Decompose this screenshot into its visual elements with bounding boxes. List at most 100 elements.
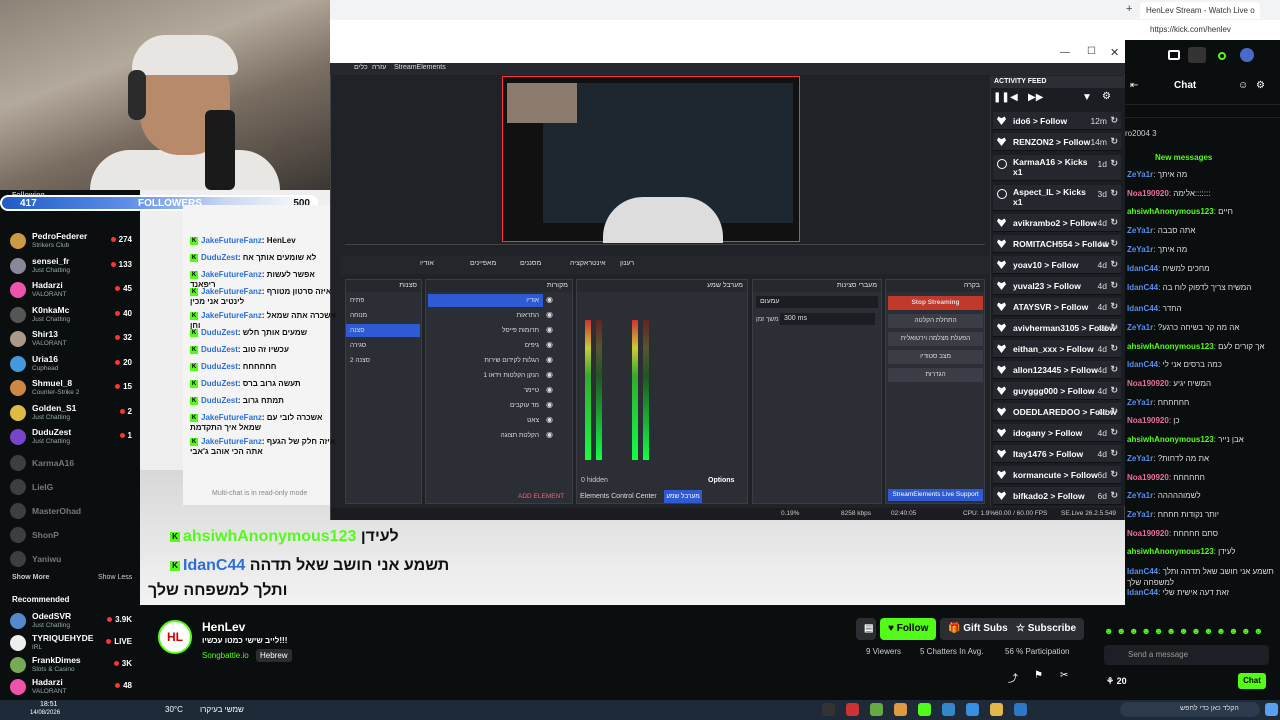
feed-item[interactable]: yuval23 > Follow 4d ↻ — [993, 277, 1121, 295]
share-icon[interactable]: ⤴ — [1008, 670, 1018, 685]
filter-icon[interactable]: ▼ — [1082, 92, 1092, 103]
menu-help[interactable]: עזרה — [372, 64, 386, 71]
feed-item[interactable]: Aspect_IL > Kicks x1 3d ↻ — [993, 185, 1121, 211]
replay-icon[interactable]: ↻ — [1110, 406, 1118, 417]
visibility-icon[interactable]: ◉ — [546, 355, 553, 364]
maximize-icon[interactable]: ☐ — [1087, 46, 1096, 57]
chat-username[interactable]: Noa190920 — [1127, 379, 1169, 388]
replay-icon[interactable]: ↻ — [1110, 280, 1118, 291]
sidebar-channel[interactable]: Uria16 Cuphead 20 — [6, 353, 136, 377]
source-item[interactable]: צאט — [428, 414, 543, 427]
follow-button[interactable]: ♥ Follow — [880, 618, 937, 640]
report-icon[interactable]: ⚑ — [1034, 670, 1043, 681]
channel-name[interactable]: HenLev — [202, 620, 245, 634]
replay-icon[interactable]: ↻ — [1110, 343, 1118, 354]
control-button[interactable]: התחלת הקלטה — [888, 314, 983, 328]
chat-username[interactable]: ZeYa1r — [1127, 510, 1153, 519]
replay-icon[interactable]: ↻ — [1110, 322, 1118, 333]
chat-username[interactable]: Noa190920 — [1127, 416, 1169, 425]
feed-item[interactable]: avivherman3105 > Follow 4d ↻ — [993, 319, 1121, 337]
visibility-icon[interactable]: ◉ — [546, 385, 553, 394]
replay-icon[interactable]: ↻ — [1110, 188, 1118, 199]
replay-icon[interactable]: ↻ — [1110, 217, 1118, 228]
replay-icon[interactable]: ↻ — [1110, 427, 1118, 438]
visibility-icon[interactable]: ◉ — [546, 400, 553, 409]
menu-tools[interactable]: כלים — [354, 64, 368, 71]
minimize-icon[interactable]: — — [1060, 47, 1070, 58]
feed-item[interactable]: guyggg000 > Follow 4d ↻ — [993, 382, 1121, 400]
source-item[interactable]: מד עוקבים — [428, 399, 543, 412]
replay-icon[interactable]: ↻ — [1110, 238, 1118, 249]
pause-icon[interactable]: ❚❚ — [993, 92, 1010, 103]
sidebar-channel[interactable]: Shmuel_8 Counter-Strike 2 15 — [6, 377, 136, 401]
chat-settings-icon[interactable]: ⚙ — [1256, 80, 1265, 91]
taskbar-search[interactable]: הקלד כאן כדי לחפש — [1120, 702, 1260, 717]
chat-send-button[interactable]: Chat — [1238, 673, 1266, 689]
control-button[interactable]: Stop Streaming — [888, 296, 983, 310]
collapse-chat-icon[interactable]: ⇤ — [1130, 80, 1138, 91]
sidebar-channel-offline[interactable]: ShonP — [6, 524, 136, 548]
duration-input[interactable]: 300 ms — [780, 313, 875, 325]
obs-tab[interactable]: רענון — [620, 260, 634, 267]
scene-item[interactable]: פתיח — [346, 294, 420, 307]
browser-taskbar-icon[interactable] — [870, 703, 883, 716]
source-item[interactable]: אודיו — [428, 294, 543, 307]
chat-username[interactable]: ZeYa1r — [1127, 170, 1153, 179]
chat-username[interactable]: Noa190920 — [1127, 529, 1169, 538]
replay-icon[interactable]: ↻ — [1110, 136, 1118, 147]
url-text[interactable]: https://kick.com/henlev — [1150, 25, 1231, 34]
subscribe-button[interactable]: ☆ Subscribe — [1008, 618, 1085, 640]
edge-taskbar-icon[interactable] — [942, 703, 955, 716]
source-item[interactable]: הגלות לקידום שירות — [428, 354, 543, 367]
skip-icon[interactable]: ▶▶ — [1028, 92, 1043, 103]
chat-username[interactable]: ZeYa1r — [1127, 491, 1153, 500]
chat-username[interactable]: IdanC44 — [1127, 264, 1158, 273]
feed-item[interactable]: ido6 > Follow 12m ↻ — [993, 112, 1121, 130]
replay-icon[interactable]: ↻ — [1110, 301, 1118, 312]
source-item[interactable]: טיימר — [428, 384, 543, 397]
address-bar[interactable] — [330, 20, 1280, 40]
chat-username[interactable]: ahsiwhAnonymous123 — [1127, 435, 1214, 444]
control-button[interactable]: הגדרות — [888, 368, 983, 382]
wallet-icon[interactable] — [1168, 50, 1180, 60]
source-item[interactable]: הקלטת תצוגה — [428, 429, 543, 442]
sidebar-channel-offline[interactable]: Yaniwu — [6, 548, 136, 572]
replay-icon[interactable]: ↻ — [1110, 448, 1118, 459]
show-less-button[interactable]: Show Less — [98, 574, 132, 581]
scene-item[interactable]: סצנה — [346, 324, 420, 337]
feed-item[interactable]: eithan_xxx > Follow 4d ↻ — [993, 340, 1121, 358]
obs-tab[interactable]: אינטראקציה — [570, 260, 606, 267]
menu-streamelements[interactable]: StreamElements — [394, 64, 446, 71]
control-button[interactable]: מצב סטודיו — [888, 350, 983, 364]
chat-username[interactable]: Noa190920 — [1127, 189, 1169, 198]
sidebar-channel[interactable]: Hadarzi VALORANT 45 — [6, 279, 136, 303]
obs-tab[interactable]: מסננים — [520, 260, 541, 267]
chat-username[interactable]: Noa190920 — [1127, 473, 1169, 482]
chat-username[interactable]: ahsiwhAnonymous123 — [1127, 547, 1214, 556]
feed-item[interactable]: ODEDLAREDOO > Follow 4d ↻ — [993, 403, 1121, 421]
scene-item[interactable]: סגירה — [346, 339, 420, 352]
feed-item[interactable]: idogany > Follow 4d ↻ — [993, 424, 1121, 442]
kick-taskbar-icon[interactable] — [918, 703, 931, 716]
clip-icon[interactable]: ✂ — [1060, 670, 1068, 681]
sidebar-channel-offline[interactable]: MasterOhad — [6, 500, 136, 524]
obs-preview[interactable] — [502, 76, 800, 243]
chat-username[interactable]: IdanC44 — [1127, 283, 1158, 292]
sidebar-channel[interactable]: Golden_S1 Just Chatting 2 — [6, 402, 136, 426]
new-tab-icon[interactable]: + — [1126, 3, 1132, 15]
visibility-icon[interactable]: ◉ — [546, 310, 553, 319]
chat-users-icon[interactable]: ☺ — [1238, 80, 1248, 91]
app-taskbar-icon[interactable] — [846, 703, 859, 716]
source-item[interactable]: גיפים — [428, 339, 543, 352]
feed-item[interactable]: kormancute > Follow 6d ↻ — [993, 466, 1121, 484]
chat-username[interactable]: IdanC44 — [1127, 588, 1158, 597]
language-tag[interactable]: Hebrew — [256, 649, 292, 662]
feed-item[interactable]: bifkado2 > Follow 6d ↻ — [993, 487, 1121, 505]
visibility-icon[interactable]: ◉ — [546, 370, 553, 379]
feed-item[interactable]: yoav10 > Follow 4d ↻ — [993, 256, 1121, 274]
chat-username[interactable]: ZeYa1r — [1127, 323, 1153, 332]
chat-username[interactable]: ZeYa1r — [1127, 398, 1153, 407]
replay-icon[interactable]: ↻ — [1110, 115, 1118, 126]
replay-icon[interactable]: ↻ — [1110, 385, 1118, 396]
chat-username[interactable]: ZeYa1r — [1127, 454, 1153, 463]
